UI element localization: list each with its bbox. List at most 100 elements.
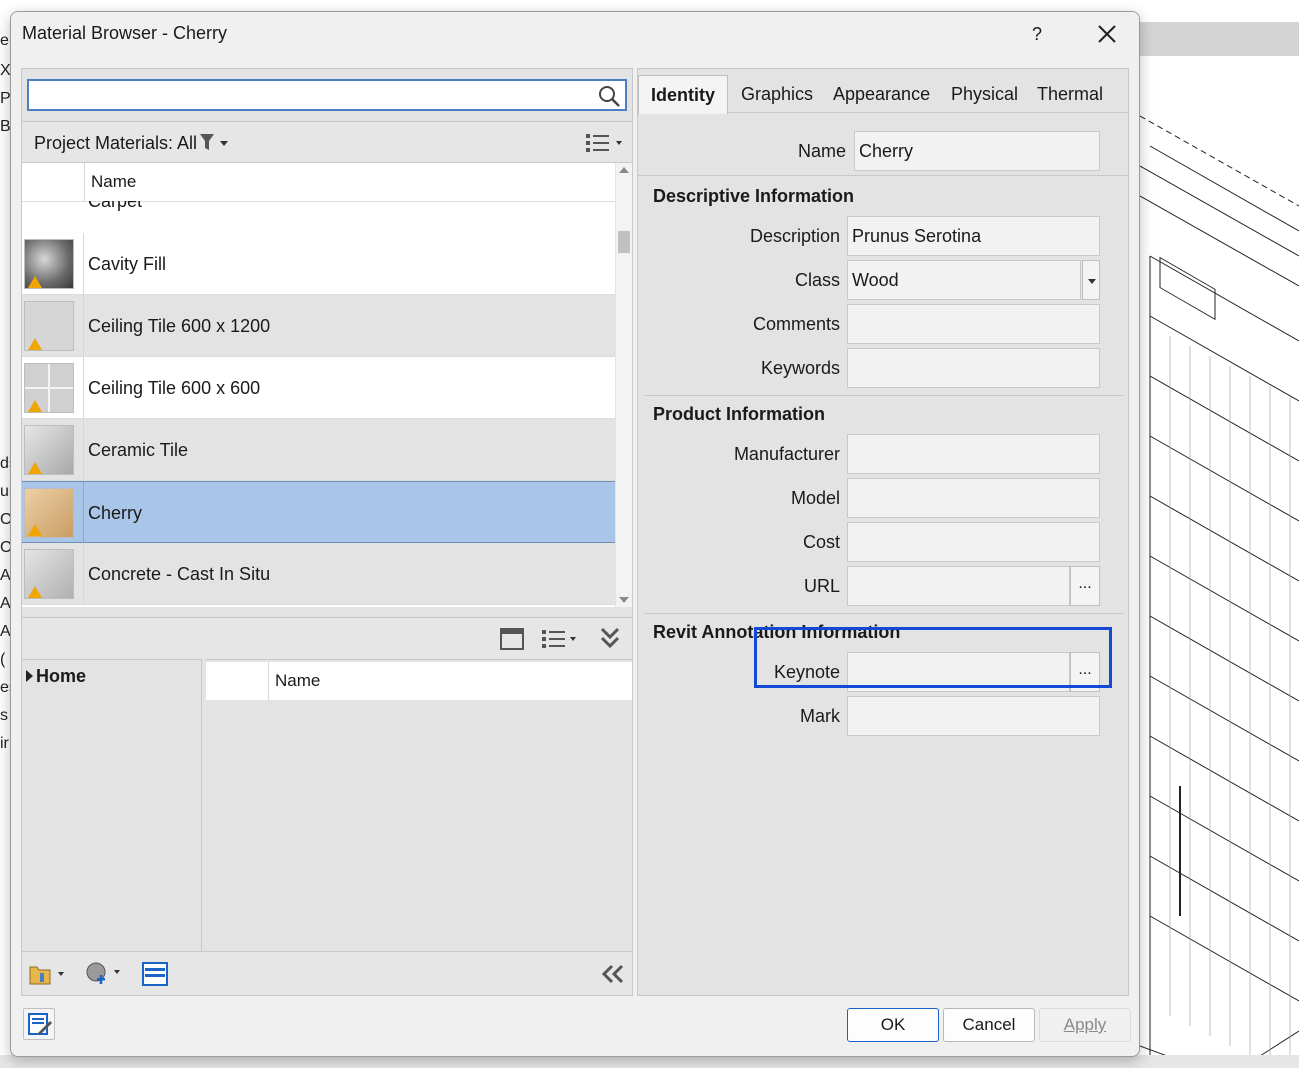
cost-label: Cost — [802, 532, 840, 552]
name-column-header[interactable]: Name — [268, 662, 320, 700]
list-item[interactable]: Ceiling Tile 600 x 600 — [22, 357, 615, 419]
search-box[interactable] — [27, 79, 627, 111]
material-name: Cavity Fill — [88, 254, 167, 274]
list-item[interactable]: Concrete - Cast In Situ — [22, 543, 615, 605]
scroll-thumb[interactable] — [618, 231, 630, 253]
list-header: Name — [22, 163, 615, 201]
manufacturer-label: Manufacturer — [733, 444, 840, 464]
description-label: Description — [749, 226, 840, 246]
material-name: Ceiling Tile 600 x 600 — [88, 378, 261, 398]
filter-icon[interactable] — [198, 132, 232, 154]
tab-identity[interactable]: Identity — [638, 75, 729, 114]
tree-item-label: Home — [36, 666, 87, 686]
model-label: Model — [790, 488, 840, 508]
class-label: Class — [794, 270, 840, 290]
name-label: Name — [797, 141, 846, 161]
list-item[interactable]: Cavity Fill — [22, 233, 615, 295]
tab-physical[interactable]: Physical — [939, 75, 1030, 113]
double-chevron-left-icon[interactable] — [600, 964, 626, 984]
tab-appearance[interactable]: Appearance — [821, 75, 942, 113]
list-item[interactable]: Ceiling Tile 600 x 1200 — [22, 295, 615, 357]
comments-field[interactable] — [847, 304, 1100, 344]
chevron-down-icon[interactable] — [1082, 260, 1100, 300]
section-descriptive-title: Descriptive Information — [653, 186, 855, 206]
model-field[interactable] — [847, 478, 1100, 518]
warning-icon — [28, 524, 42, 536]
view-tab-bar — [1140, 22, 1299, 56]
divider — [644, 613, 1124, 614]
name-field[interactable]: Cherry — [854, 131, 1100, 171]
search-icon[interactable] — [597, 84, 621, 108]
list-scrollbar[interactable] — [616, 163, 632, 607]
material-name: Cherry — [88, 503, 143, 523]
material-browser-panel: Project Materials: All Name Carpet Cavit… — [21, 68, 633, 996]
warning-icon — [28, 338, 42, 350]
help-button[interactable]: ? — [1021, 18, 1053, 50]
material-browser-dialog: Material Browser - Cherry ? Project Mate… — [10, 11, 1140, 1057]
mark-field[interactable] — [847, 696, 1100, 736]
list-header: Name — [206, 662, 632, 700]
close-icon — [1098, 25, 1116, 43]
warning-icon — [28, 462, 42, 474]
mark-label: Mark — [800, 706, 840, 726]
edit-properties-icon — [28, 1013, 52, 1035]
name-column-header[interactable]: Name — [84, 163, 615, 201]
url-label: URL — [803, 576, 840, 596]
editor-tabs: Identity Graphics Appearance Physical Th… — [638, 75, 1128, 114]
library-tree: Home — [22, 659, 202, 951]
divider — [638, 175, 1128, 176]
warning-icon — [28, 400, 42, 412]
browser-bottom-toolbar — [22, 951, 632, 995]
comments-label: Comments — [752, 314, 840, 334]
url-field[interactable] — [847, 566, 1070, 606]
project-materials-list[interactable]: Name Carpet Cavity Fill Ceiling Tile 600… — [22, 163, 615, 607]
keywords-field[interactable] — [847, 348, 1100, 388]
tab-graphics[interactable]: Graphics — [729, 75, 825, 113]
cancel-button[interactable]: Cancel — [943, 1008, 1035, 1042]
library-manage-icon[interactable] — [28, 962, 68, 986]
view-options-icon[interactable] — [584, 132, 626, 154]
library-toolbar — [22, 617, 632, 659]
ok-button[interactable]: OK — [847, 1008, 939, 1042]
manufacturer-field[interactable] — [847, 434, 1100, 474]
material-name: Ceramic Tile — [88, 440, 189, 460]
scroll-up-icon[interactable] — [619, 167, 629, 173]
scroll-down-icon[interactable] — [619, 597, 629, 603]
search-input[interactable] — [33, 83, 593, 107]
title-bar[interactable]: Material Browser - Cherry ? — [11, 12, 1139, 56]
edit-material-button[interactable] — [23, 1008, 55, 1040]
3d-view-canvas[interactable] — [1140, 56, 1299, 1068]
close-button[interactable] — [1089, 16, 1125, 52]
class-select[interactable]: Wood — [847, 260, 1081, 300]
double-chevron-down-icon[interactable] — [598, 625, 622, 651]
bg-text: ( — [0, 651, 6, 668]
project-materials-label: Project Materials: All — [34, 133, 198, 153]
list-item[interactable]: Ceramic Tile — [22, 419, 615, 481]
project-materials-bar: Project Materials: All — [22, 121, 632, 163]
keynote-highlight-box — [754, 627, 1112, 688]
library-view-options-icon[interactable] — [540, 628, 582, 650]
show-hide-library-tree-icon[interactable] — [500, 628, 524, 650]
bg-text: s — [0, 707, 8, 724]
list-item-selected[interactable]: Cherry — [22, 481, 615, 544]
create-material-icon[interactable] — [84, 960, 124, 988]
divider — [644, 395, 1124, 396]
description-field[interactable]: Prunus Serotina — [847, 216, 1100, 256]
tree-item-home[interactable]: Home — [26, 666, 86, 687]
dialog-title: Material Browser - Cherry — [22, 23, 228, 43]
material-editor-toggle-icon[interactable] — [142, 962, 168, 986]
library-materials-list[interactable]: Name — [206, 659, 632, 951]
material-editor-panel: Identity Graphics Appearance Physical Th… — [637, 68, 1129, 996]
material-name: Concrete - Cast In Situ — [88, 564, 271, 584]
keywords-label: Keywords — [760, 358, 840, 378]
apply-button[interactable]: Apply — [1039, 1008, 1131, 1042]
warning-icon — [28, 586, 42, 598]
expand-arrow-icon[interactable] — [26, 670, 33, 682]
cost-field[interactable] — [847, 522, 1100, 562]
bg-text: ir — [0, 735, 9, 752]
material-name: Ceiling Tile 600 x 1200 — [88, 316, 271, 336]
building-wireframe — [1140, 115, 1299, 1068]
tab-thermal[interactable]: Thermal — [1025, 75, 1115, 113]
url-browse-button[interactable]: ... — [1070, 566, 1100, 606]
section-product-title: Product Information — [653, 404, 825, 424]
